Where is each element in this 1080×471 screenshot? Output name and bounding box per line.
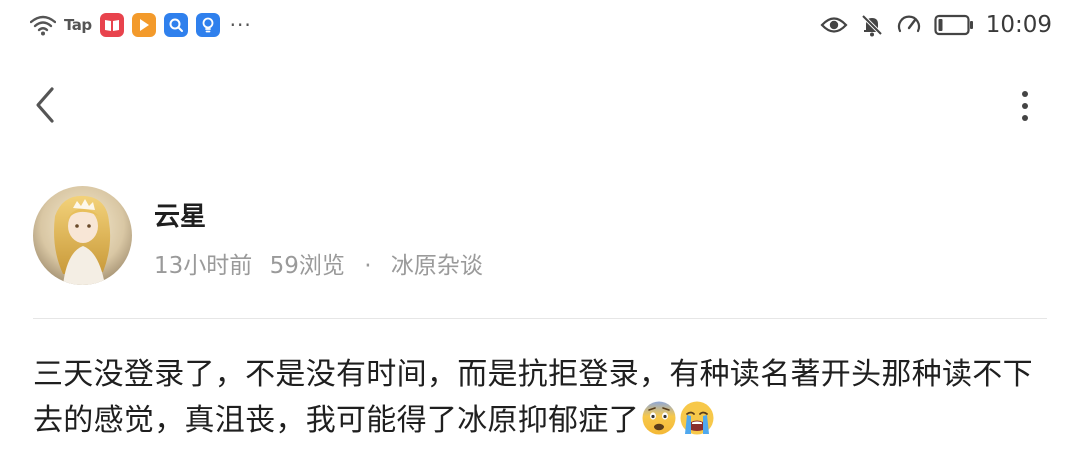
chevron-left-icon[interactable] <box>30 85 60 125</box>
status-bar-right: 10:09 <box>820 10 1052 40</box>
status-bar-left: Tap ··· <box>30 10 252 40</box>
meta-separator: · <box>364 253 372 279</box>
avatar[interactable] <box>33 186 132 285</box>
status-bar: Tap ··· 10:09 <box>0 0 1080 52</box>
bell-off-icon <box>861 14 883 37</box>
more-notifications-indicator: ··· <box>229 13 252 37</box>
app-lightbulb-icon <box>195 13 220 37</box>
divider <box>33 318 1047 319</box>
speed-gauge-icon <box>897 15 920 33</box>
post-text: 三天没登录了，不是没有时间，而是抗拒登录，有种读名著开头那种读不下去的感觉，真沮… <box>33 357 1033 438</box>
post-meta: 13小时前 59浏览 · 冰原杂谈 <box>154 246 483 280</box>
post-content: 三天没登录了，不是没有时间，而是抗拒登录，有种读名著开头那种读不下去的感觉，真沮… <box>33 352 1048 444</box>
post-views: 59浏览 <box>269 253 345 279</box>
battery-icon <box>934 14 973 36</box>
app-search-icon <box>163 13 188 37</box>
vertical-dots-icon[interactable] <box>1015 88 1035 124</box>
crying-face-emoji <box>680 401 714 435</box>
forum-link[interactable]: 冰原杂谈 <box>391 253 483 279</box>
wifi-icon <box>30 15 56 36</box>
author-name[interactable]: 云星 <box>154 196 206 233</box>
clock: 10:09 <box>985 12 1052 38</box>
carrier-label: Tap <box>64 16 92 34</box>
post-time: 13小时前 <box>154 253 253 279</box>
fearful-face-emoji <box>642 401 676 435</box>
eye-icon <box>820 17 848 33</box>
app-book-icon <box>99 13 124 37</box>
app-video-icon <box>131 13 156 37</box>
